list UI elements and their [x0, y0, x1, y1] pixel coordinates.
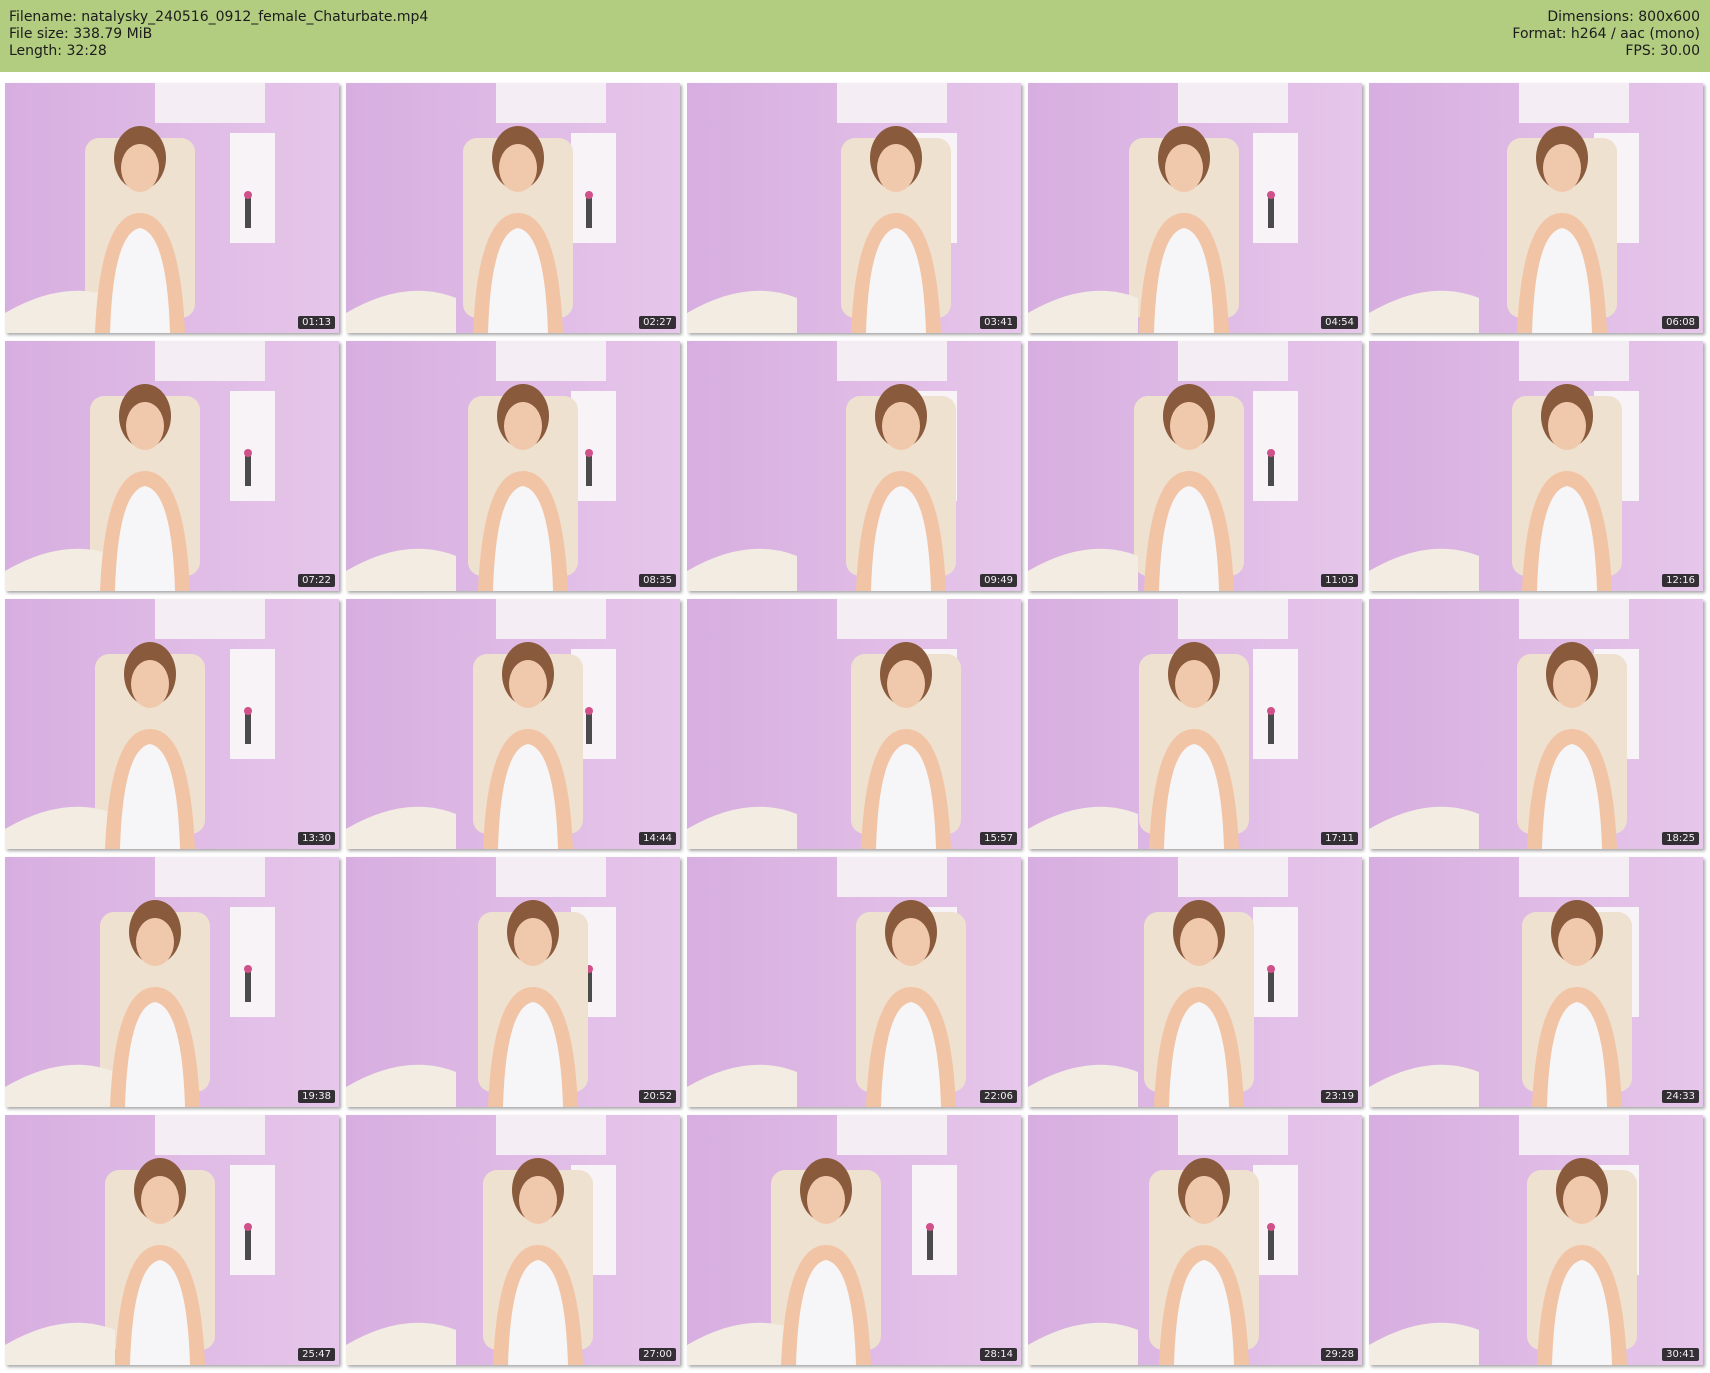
- thumbnail-grid: 01:13 02:27 03:41 04:54 06:08 07:22 08:35 09:49…: [0, 72, 1710, 1373]
- thumbnail-timestamp: 11:03: [1321, 574, 1358, 587]
- dimensions-text: Dimensions: 800x600: [1547, 9, 1700, 25]
- thumbnail-timestamp: 15:57: [980, 832, 1017, 845]
- frame-image: [346, 1115, 680, 1365]
- thumbnail-timestamp: 07:22: [298, 574, 335, 587]
- thumbnail-timestamp: 13:30: [298, 832, 335, 845]
- fps-text: FPS: 30.00: [1625, 43, 1700, 59]
- thumbnail-timestamp: 09:49: [980, 574, 1017, 587]
- frame-image: [1028, 599, 1362, 849]
- frame-image: [5, 83, 339, 333]
- frame-image: [346, 857, 680, 1107]
- format-text: Format: h264 / aac (mono): [1512, 26, 1700, 42]
- frame-image: [1369, 857, 1703, 1107]
- header-right-info: Dimensions: 800x600 Format: h264 / aac (…: [1512, 9, 1700, 60]
- video-thumbnail: 27:00: [346, 1115, 680, 1365]
- thumbnail-timestamp: 04:54: [1321, 316, 1358, 329]
- frame-image: [346, 341, 680, 591]
- frame-image: [1028, 341, 1362, 591]
- video-thumbnail: 22:06: [687, 857, 1021, 1107]
- video-thumbnail: 23:19: [1028, 857, 1362, 1107]
- video-thumbnail: 30:41: [1369, 1115, 1703, 1365]
- filesize-text: File size: 338.79 MiB: [9, 26, 153, 42]
- video-thumbnail: 06:08: [1369, 83, 1703, 333]
- video-thumbnail: 25:47: [5, 1115, 339, 1365]
- video-thumbnail: 04:54: [1028, 83, 1362, 333]
- frame-image: [687, 857, 1021, 1107]
- thumbnail-timestamp: 22:06: [980, 1090, 1017, 1103]
- frame-image: [346, 599, 680, 849]
- frame-image: [1369, 341, 1703, 591]
- thumbnail-timestamp: 01:13: [298, 316, 335, 329]
- video-thumbnail: 14:44: [346, 599, 680, 849]
- video-thumbnail: 01:13: [5, 83, 339, 333]
- thumbnail-timestamp: 24:33: [1662, 1090, 1699, 1103]
- thumbnail-timestamp: 23:19: [1321, 1090, 1358, 1103]
- frame-image: [1028, 857, 1362, 1107]
- thumbnail-timestamp: 02:27: [639, 316, 676, 329]
- frame-image: [346, 83, 680, 333]
- thumbnail-timestamp: 19:38: [298, 1090, 335, 1103]
- video-thumbnail: 13:30: [5, 599, 339, 849]
- video-thumbnail: 02:27: [346, 83, 680, 333]
- thumbnail-timestamp: 29:28: [1321, 1348, 1358, 1361]
- video-thumbnail: 15:57: [687, 599, 1021, 849]
- info-header: Filename: natalysky_240516_0912_female_C…: [0, 0, 1710, 72]
- thumbnail-timestamp: 12:16: [1662, 574, 1699, 587]
- video-thumbnail: 08:35: [346, 341, 680, 591]
- video-thumbnail: 20:52: [346, 857, 680, 1107]
- thumbnail-timestamp: 14:44: [639, 832, 676, 845]
- video-thumbnail: 09:49: [687, 341, 1021, 591]
- thumbnail-timestamp: 20:52: [639, 1090, 676, 1103]
- header-left-info: Filename: natalysky_240516_0912_female_C…: [9, 9, 428, 60]
- video-thumbnail: 19:38: [5, 857, 339, 1107]
- frame-image: [687, 599, 1021, 849]
- video-thumbnail: 28:14: [687, 1115, 1021, 1365]
- video-thumbnail: 07:22: [5, 341, 339, 591]
- video-thumbnail: 11:03: [1028, 341, 1362, 591]
- frame-image: [687, 83, 1021, 333]
- frame-image: [687, 341, 1021, 591]
- thumbnail-timestamp: 08:35: [639, 574, 676, 587]
- thumbnail-timestamp: 30:41: [1662, 1348, 1699, 1361]
- frame-image: [1028, 1115, 1362, 1365]
- video-thumbnail: 12:16: [1369, 341, 1703, 591]
- thumbnail-timestamp: 03:41: [980, 316, 1017, 329]
- video-thumbnail: 24:33: [1369, 857, 1703, 1107]
- video-thumbnail: 03:41: [687, 83, 1021, 333]
- thumbnail-timestamp: 27:00: [639, 1348, 676, 1361]
- frame-image: [1369, 83, 1703, 333]
- thumbnail-timestamp: 18:25: [1662, 832, 1699, 845]
- frame-image: [1369, 1115, 1703, 1365]
- video-thumbnail: 18:25: [1369, 599, 1703, 849]
- length-text: Length: 32:28: [9, 43, 107, 59]
- frame-image: [1369, 599, 1703, 849]
- video-thumbnail: 17:11: [1028, 599, 1362, 849]
- video-thumbnail: 29:28: [1028, 1115, 1362, 1365]
- thumbnail-timestamp: 17:11: [1321, 832, 1358, 845]
- frame-image: [687, 1115, 1021, 1365]
- frame-image: [5, 599, 339, 849]
- thumbnail-timestamp: 28:14: [980, 1348, 1017, 1361]
- frame-image: [5, 857, 339, 1107]
- thumbnail-timestamp: 25:47: [298, 1348, 335, 1361]
- filename-text: Filename: natalysky_240516_0912_female_C…: [9, 9, 429, 25]
- frame-image: [5, 1115, 339, 1365]
- thumbnail-timestamp: 06:08: [1662, 316, 1699, 329]
- frame-image: [1028, 83, 1362, 333]
- frame-image: [5, 341, 339, 591]
